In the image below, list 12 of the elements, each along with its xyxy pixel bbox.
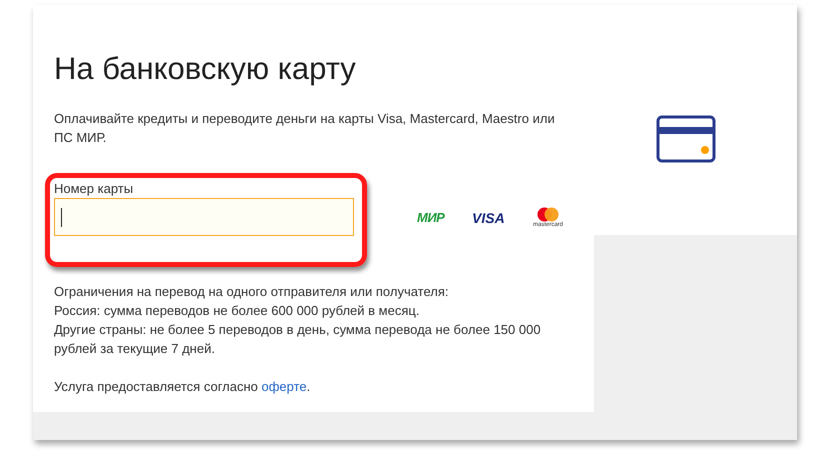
mir-logo: МИР — [417, 209, 446, 228]
description-text: Оплачивайте кредиты и переводите деньги на карты Visa, Mastercard, Maestro или ПС МИР. — [54, 110, 556, 147]
offer-text: Услуга предоставляется согласно оферте. — [54, 378, 312, 396]
limit-text: Россия: сумма переводов не более 600 000 рублей в месяц. — [54, 302, 420, 320]
limit-text: Ограничения на перевод на одного отправителя или получателя: — [54, 283, 450, 301]
field-label: Номер карты — [54, 181, 134, 197]
card-number-field[interactable] — [54, 198, 354, 236]
visa-logo: VISA — [472, 208, 506, 228]
credit-card-icon — [656, 115, 716, 163]
offer-link[interactable]: оферте — [262, 379, 307, 394]
page-title: На банковскую карту — [54, 50, 357, 88]
limit-text: Другие страны: не более 5 переводов в день, сумма перевода не более 150 000 рублей за текущие 7 дней. — [54, 321, 542, 358]
